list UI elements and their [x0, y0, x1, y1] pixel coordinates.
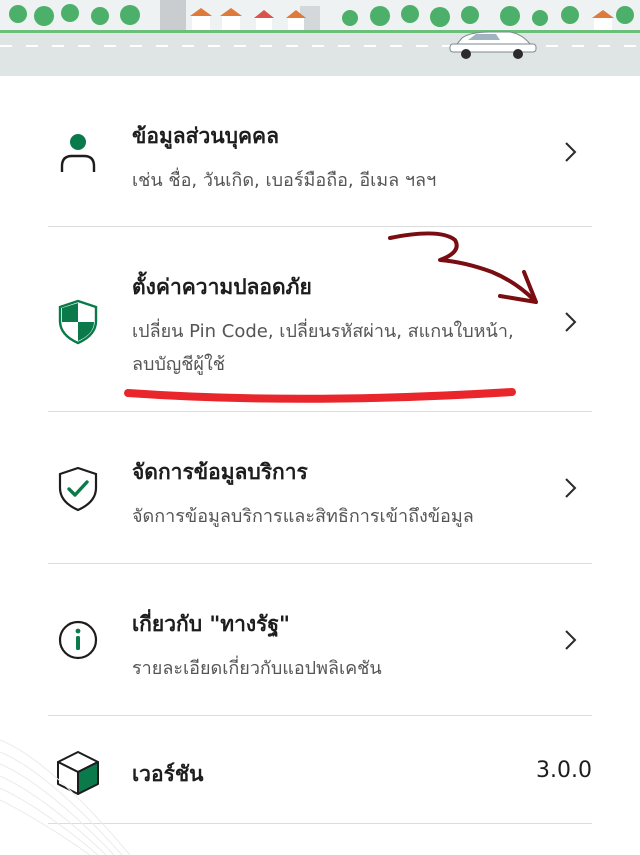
shield-icon	[52, 295, 104, 347]
chevron-right-icon	[560, 627, 580, 653]
chevron-right-icon	[560, 309, 580, 335]
chevron-right-icon	[560, 139, 580, 165]
divider	[48, 823, 592, 824]
menu-item-subtitle: จัดการข้อมูลบริการและสิทธิการเข้าถึงข้อม…	[132, 506, 474, 527]
menu-item-subtitle: เช่น ชื่อ, วันเกิด, เบอร์มือถือ, อีเมล ฯ…	[132, 170, 437, 191]
menu-item-title: ตั้งค่าความปลอดภัย	[132, 275, 312, 299]
info-icon	[52, 614, 104, 666]
chevron-right-icon	[560, 475, 580, 501]
menu-item-subtitle: รายละเอียดเกี่ยวกับแอปพลิเคชัน	[132, 658, 382, 679]
person-icon	[52, 126, 104, 178]
menu-item-title: ข้อมูลส่วนบุคคล	[132, 124, 279, 148]
menu-item-subtitle: เปลี่ยน Pin Code, เปลี่ยนรหัสผ่าน, สแกนใ…	[132, 321, 514, 375]
cube-icon	[52, 746, 104, 798]
menu-item-title: เกี่ยวกับ "ทางรัฐ"	[132, 612, 290, 636]
menu-item-service-data[interactable]: จัดการข้อมูลบริการ จัดการข้อมูลบริการและ…	[0, 412, 640, 564]
menu-item-security-settings[interactable]: ตั้งค่าความปลอดภัย เปลี่ยน Pin Code, เปล…	[0, 227, 640, 412]
header-banner	[0, 0, 640, 76]
version-value: 3.0.0	[536, 758, 592, 783]
menu-item-version: เวอร์ชัน 3.0.0	[0, 716, 640, 824]
menu-item-title: จัดการข้อมูลบริการ	[132, 460, 308, 484]
menu-item-personal-info[interactable]: ข้อมูลส่วนบุคคล เช่น ชื่อ, วันเกิด, เบอร…	[0, 76, 640, 227]
city-illustration	[0, 0, 640, 76]
shield-check-icon	[52, 462, 104, 514]
menu-item-title: เวอร์ชัน	[132, 762, 204, 786]
menu-item-about[interactable]: เกี่ยวกับ "ทางรัฐ" รายละเอียดเกี่ยวกับแอ…	[0, 564, 640, 716]
